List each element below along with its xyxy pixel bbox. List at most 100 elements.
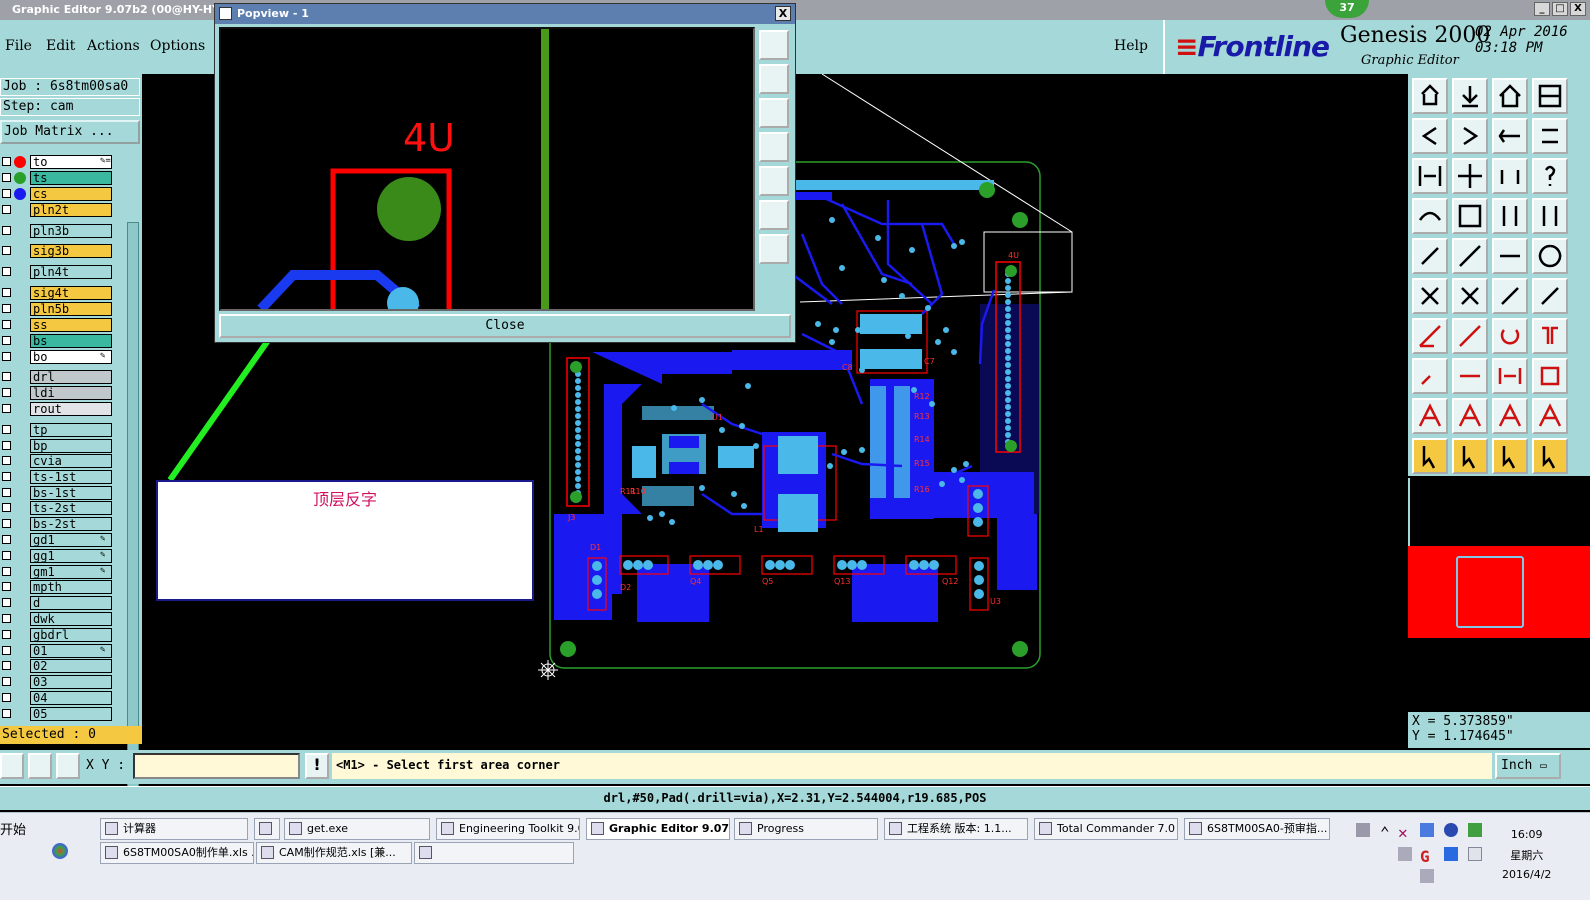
layer-row[interactable]: bs-1st [0,486,112,500]
layer-checkbox[interactable] [2,661,11,670]
redraw-icon[interactable] [1532,118,1568,154]
tray-app-icon[interactable] [1444,847,1458,861]
zoom-fit-icon[interactable] [1412,158,1448,194]
menu-options[interactable]: Options [150,38,205,54]
layer-name[interactable]: bs-2st [30,517,112,531]
layer-row[interactable]: ts [0,171,112,185]
pan-up-icon[interactable] [759,64,789,94]
resize-icon[interactable] [1492,358,1528,394]
layer-name[interactable]: mpth [30,580,112,594]
layer-checkbox[interactable] [2,246,11,255]
taskbar-item[interactable]: CAM制作规范.xls [兼... [256,842,412,864]
layer-row[interactable]: gm1 ✎ [0,565,112,579]
units-button[interactable]: Inch ▭ [1495,753,1561,779]
grid-icon[interactable] [1452,198,1488,234]
overview-map[interactable] [1408,546,1590,638]
start-button[interactable]: 开始 [0,819,26,838]
keyboard-icon[interactable] [1356,823,1370,837]
fill-pad-icon[interactable] [1532,238,1568,274]
layer-checkbox[interactable] [2,551,11,560]
layer-row[interactable]: 03 [0,675,112,689]
layer-checkbox[interactable] [2,503,11,512]
volume-icon[interactable] [1420,869,1434,883]
line-edit-icon[interactable] [1452,358,1488,394]
layer-checkbox[interactable] [2,456,11,465]
layer-checkbox[interactable] [2,189,11,198]
layer-checkbox[interactable] [2,267,11,276]
layer-row[interactable]: mpth [0,580,112,594]
layer-row[interactable]: ts-2st [0,501,112,515]
security-icon[interactable] [1468,823,1482,837]
taskbar-item[interactable]: Progress [734,818,878,840]
layer-row[interactable]: dwk [0,612,112,626]
layer-name[interactable]: sig4t [30,286,112,300]
layer-checkbox[interactable] [2,372,11,381]
select-3-icon[interactable] [1492,438,1528,474]
taskbar-item[interactable]: Graphic Editor 9.07b... [586,818,730,840]
layer-row[interactable]: sig4t [0,286,112,300]
layer-checkbox[interactable] [2,677,11,686]
layer-toggle-icon[interactable] [1492,198,1528,234]
move-icon[interactable] [1492,278,1528,314]
layer-row[interactable]: bs [0,334,112,348]
pad-red-icon[interactable] [1412,358,1448,394]
layer-name[interactable]: ts-2st [30,501,112,515]
pan-right-icon[interactable] [759,166,789,196]
layer-row[interactable]: cvia [0,454,112,468]
tray-flag-icon[interactable] [1468,847,1482,861]
layer-row[interactable]: sig3b [0,244,112,258]
layer-scrollbar[interactable] [127,222,139,797]
measure-icon[interactable] [28,753,52,779]
layer-name[interactable]: ts-1st [30,470,112,484]
text-a4-icon[interactable] [1532,398,1568,434]
layer-name[interactable]: ss [30,318,112,332]
layer-checkbox[interactable] [2,598,11,607]
window-icon[interactable] [1532,78,1568,114]
layer-checkbox[interactable] [2,320,11,329]
tray-network-icon[interactable] [1420,823,1434,837]
add-pad-icon[interactable] [1412,238,1448,274]
layer-row[interactable]: pln2t [0,203,112,217]
layer-name[interactable]: pln2t [30,203,112,217]
home-up-icon[interactable] [1412,78,1448,114]
text-a2-icon[interactable] [1452,398,1488,434]
layer-checkbox[interactable] [2,226,11,235]
menu-help[interactable]: Help [1114,38,1148,54]
zoom-out-icon[interactable] [759,234,789,264]
layer-name[interactable]: ts [30,171,112,185]
layer-name[interactable]: pln3b [30,224,112,238]
layer-name[interactable]: d [30,596,112,610]
layer-row[interactable]: d [0,596,112,610]
layer-checkbox[interactable] [2,519,11,528]
layer-toggle-2-icon[interactable] [1532,198,1568,234]
layer-row[interactable]: pln5b [0,302,112,316]
layer-checkbox[interactable] [2,567,11,576]
layer-name[interactable]: cvia [30,454,112,468]
layer-row[interactable]: bs-2st [0,517,112,531]
layer-row[interactable]: rout [0,402,112,416]
layer-row[interactable]: gg1 ✎ [0,549,112,563]
layer-row[interactable]: bp [0,439,112,453]
menu-file[interactable]: File [5,38,32,54]
layer-name[interactable]: pln4t [30,265,112,279]
zoom-fit-icon[interactable] [759,200,789,230]
rotate-icon[interactable] [1492,318,1528,354]
layer-row[interactable]: ts-1st [0,470,112,484]
windows-orb-icon[interactable] [52,843,68,859]
layer-row[interactable]: pln4t [0,265,112,279]
close-button[interactable]: X [1570,2,1586,16]
menu-edit[interactable]: Edit [46,38,75,54]
select-icon[interactable] [1412,438,1448,474]
pan-right-icon[interactable] [1452,118,1488,154]
taskbar-item[interactable]: Total Commander 7.0 ... [1034,818,1178,840]
taskbar-item[interactable]: 6S8TM00SA0制作单.xls ... [100,842,254,864]
layer-name[interactable]: bs [30,334,112,348]
settings-icon[interactable] [1412,198,1448,234]
layer-name[interactable]: drl [30,370,112,384]
taskbar-item[interactable]: 工程系统 版本: 1.1... [884,818,1028,840]
layer-checkbox[interactable] [2,535,11,544]
tray-device-icon[interactable] [1398,847,1412,861]
swap-icon[interactable] [1492,118,1528,154]
layer-checkbox[interactable] [2,352,11,361]
zoom-1to1-icon[interactable] [1492,158,1528,194]
